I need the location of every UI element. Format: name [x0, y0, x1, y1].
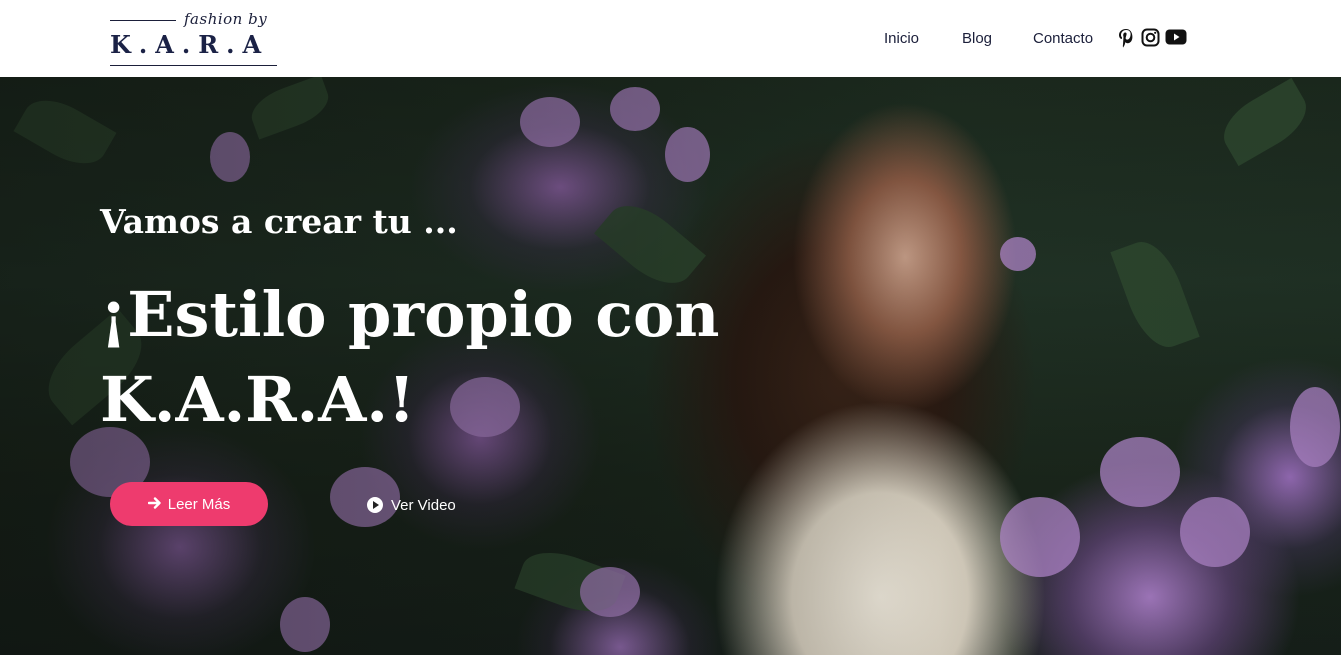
site-header: fashion by K.A.R.A Inicio Blog Contacto: [0, 0, 1341, 77]
ver-video-button[interactable]: Ver Video: [367, 494, 456, 516]
logo-rule-top: [110, 20, 176, 21]
hero-section: Vamos a crear tu ... ¡Estilo propio con …: [0, 77, 1341, 655]
brand-logo[interactable]: fashion by K.A.R.A: [108, 10, 280, 68]
hero-title: ¡Estilo propio con K.A.R.A.!: [100, 278, 720, 436]
leer-mas-button[interactable]: Leer Más: [110, 482, 268, 526]
logo-rule-bottom: [110, 65, 277, 66]
instagram-icon[interactable]: [1141, 28, 1161, 48]
arrow-right-icon: [147, 496, 162, 513]
play-icon: [367, 497, 383, 513]
logo-wordmark: K.A.R.A: [110, 30, 270, 59]
nav-item-inicio[interactable]: Inicio: [884, 30, 919, 47]
ver-video-label: Ver Video: [391, 496, 456, 514]
leer-mas-label: Leer Más: [167, 495, 231, 513]
nav-item-blog[interactable]: Blog: [962, 30, 992, 47]
nav-item-contacto[interactable]: Contacto: [1033, 30, 1093, 47]
pinterest-icon[interactable]: [1117, 28, 1137, 48]
logo-script: fashion by: [184, 10, 268, 28]
youtube-icon[interactable]: [1165, 28, 1187, 48]
hero-subtitle: Vamos a crear tu ...: [100, 202, 458, 241]
